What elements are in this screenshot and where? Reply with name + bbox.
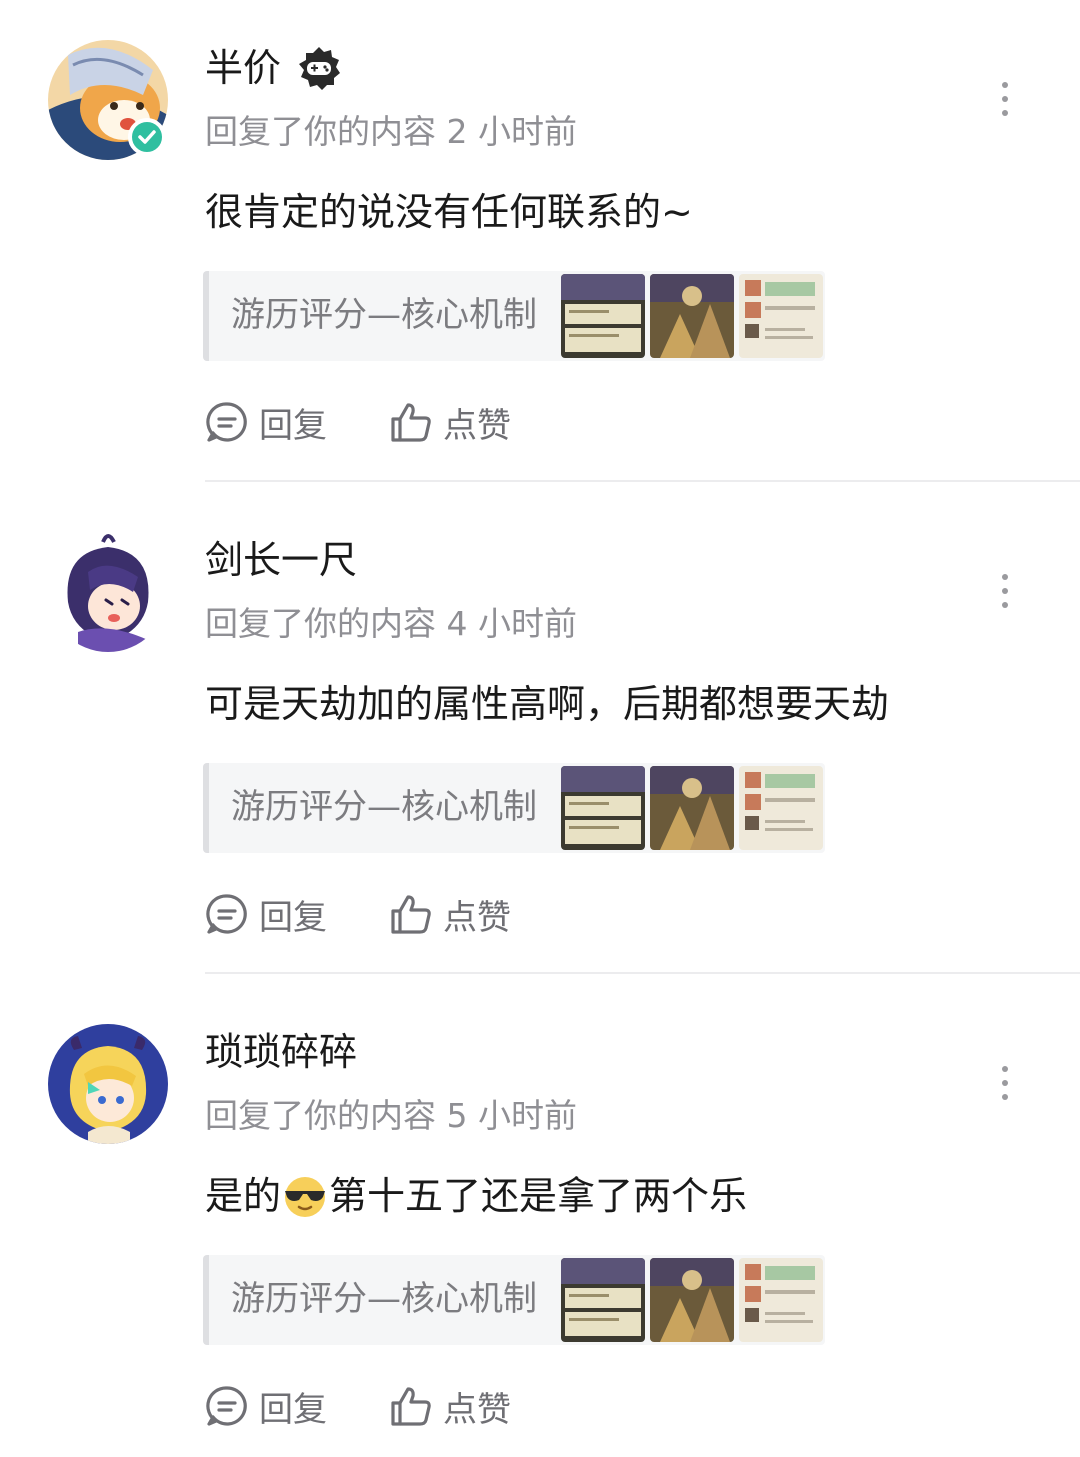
reply-button[interactable]: 回复 — [205, 398, 327, 447]
comment-body: 是的 — [205, 1174, 282, 1218]
divider — [205, 480, 1080, 482]
post-thumbnail-3 — [739, 1258, 823, 1342]
comment-text: 是的 第十五了还是拿了两个乐 — [205, 1168, 747, 1224]
quoted-post-title: 游历评分—核心机制 — [231, 787, 537, 827]
comment-body: 很肯定的说没有任何联系的~ — [205, 190, 693, 234]
avatar[interactable] — [48, 1024, 168, 1144]
reply-label: 回复 — [259, 897, 327, 938]
comment-text: 很肯定的说没有任何联系的~ — [205, 184, 693, 240]
reply-label: 回复 — [259, 1389, 327, 1430]
thumbs-up-icon — [391, 1387, 431, 1426]
comment-text: 可是天劫加的属性高啊，后期都想要天劫 — [205, 676, 889, 732]
quoted-post-title: 游历评分—核心机制 — [231, 295, 537, 335]
quoted-post-title: 游历评分—核心机制 — [231, 1279, 537, 1319]
sunglasses-emoji-icon — [285, 1177, 326, 1217]
like-label: 点赞 — [443, 1389, 511, 1430]
post-thumbnail-1 — [561, 766, 645, 850]
thumbs-up-icon — [391, 895, 431, 934]
username[interactable]: 剑长一尺 — [205, 534, 357, 586]
gamepad-badge-icon — [295, 44, 343, 92]
action-bar: 回复 点赞 — [205, 889, 573, 939]
username-text[interactable]: 琐琐碎碎 — [205, 1026, 357, 1078]
post-thumbnail-2 — [650, 1258, 734, 1342]
thumbs-up-icon — [391, 403, 431, 442]
like-label: 点赞 — [443, 897, 511, 938]
comment-bubble-icon — [206, 894, 247, 934]
username-text[interactable]: 剑长一尺 — [205, 534, 357, 586]
more-vertical-icon[interactable] — [990, 574, 1020, 614]
post-thumbnail-2 — [650, 274, 734, 358]
comment-body-suffix: 第十五了还是拿了两个乐 — [329, 1174, 748, 1218]
divider — [205, 972, 1080, 974]
comment-item[interactable]: 琐琐碎碎 回复了你的内容 5 小时前 是的 第十五了还是拿了两个乐 游历评分—核心… — [0, 984, 1080, 1457]
post-thumbnail-3 — [739, 274, 823, 358]
reply-meta: 回复了你的内容 4 小时前 — [205, 604, 577, 643]
action-bar: 回复 点赞 — [205, 1381, 573, 1431]
quoted-post-card[interactable]: 游历评分—核心机制 — [203, 1255, 825, 1345]
comment-item[interactable]: 半价 回复了你的内容 2 小时前 很肯定的说没有任何联系的~ 游历评分—核心机制 — [0, 0, 1080, 492]
verified-check-icon — [128, 118, 166, 156]
post-thumbnail-1 — [561, 1258, 645, 1342]
avatar-blonde-character-image — [48, 1024, 168, 1144]
username[interactable]: 半价 — [205, 42, 343, 94]
post-thumbnail-2 — [650, 766, 734, 850]
quoted-post-card[interactable]: 游历评分—核心机制 — [203, 763, 825, 853]
reply-button[interactable]: 回复 — [205, 1382, 327, 1431]
comment-bubble-icon — [206, 402, 247, 442]
username[interactable]: 琐琐碎碎 — [205, 1026, 357, 1078]
comment-item[interactable]: 剑长一尺 回复了你的内容 4 小时前 可是天劫加的属性高啊，后期都想要天劫 游历… — [0, 492, 1080, 984]
like-button[interactable]: 点赞 — [389, 398, 511, 447]
comment-bubble-icon — [206, 1386, 247, 1426]
more-vertical-icon[interactable] — [990, 82, 1020, 122]
action-bar: 回复 点赞 — [205, 397, 573, 447]
quoted-post-card[interactable]: 游历评分—核心机制 — [203, 271, 825, 361]
like-button[interactable]: 点赞 — [389, 890, 511, 939]
reply-meta: 回复了你的内容 5 小时前 — [205, 1096, 577, 1135]
post-thumbnail-1 — [561, 274, 645, 358]
notification-feed: 半价 回复了你的内容 2 小时前 很肯定的说没有任何联系的~ 游历评分—核心机制 — [0, 0, 1080, 1457]
post-thumbnail-3 — [739, 766, 823, 850]
avatar-anime-character-image — [48, 532, 168, 652]
like-button[interactable]: 点赞 — [389, 1382, 511, 1431]
username-text[interactable]: 半价 — [205, 42, 281, 94]
like-label: 点赞 — [443, 405, 511, 446]
reply-meta: 回复了你的内容 2 小时前 — [205, 112, 577, 151]
reply-label: 回复 — [259, 405, 327, 446]
comment-body: 可是天劫加的属性高啊，后期都想要天劫 — [205, 682, 890, 726]
reply-button[interactable]: 回复 — [205, 890, 327, 939]
avatar[interactable] — [48, 532, 168, 652]
more-vertical-icon[interactable] — [990, 1066, 1020, 1106]
